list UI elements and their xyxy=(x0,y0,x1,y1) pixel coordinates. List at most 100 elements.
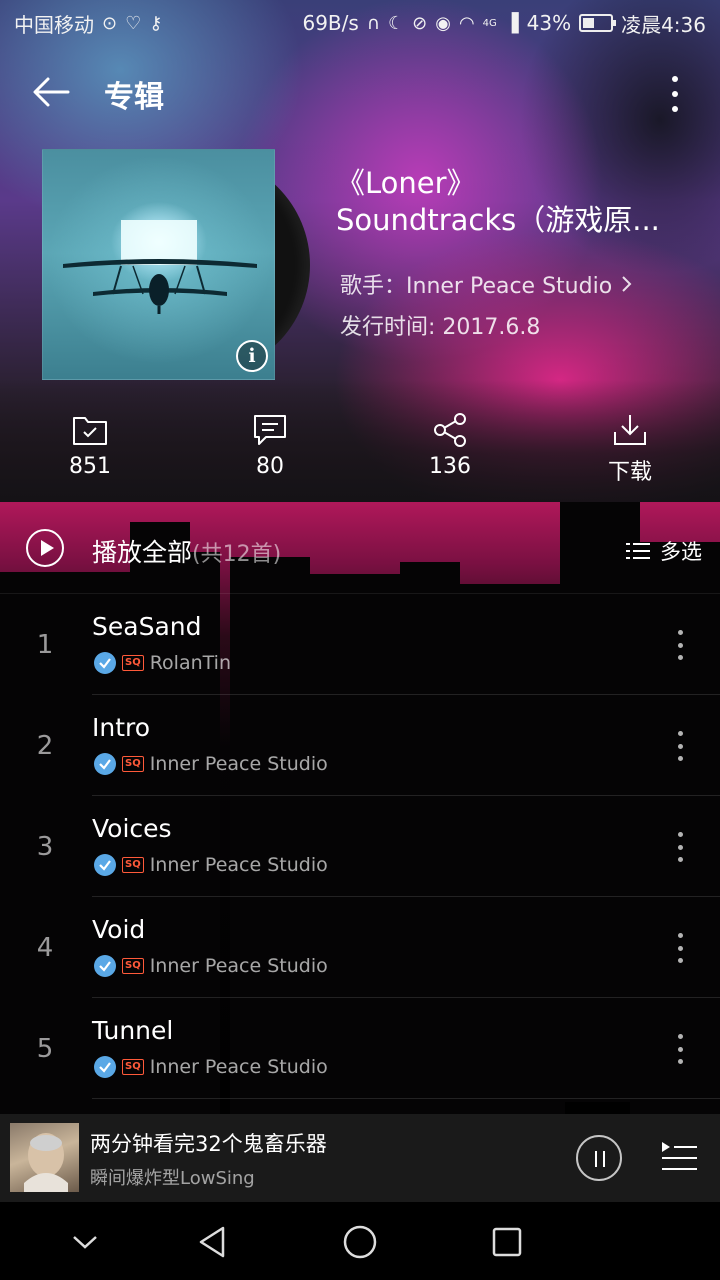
check-circle-icon xyxy=(94,652,116,674)
song-artist: Inner Peace Studio xyxy=(149,1056,328,1078)
hide-nav-button[interactable] xyxy=(65,1222,105,1262)
more-vertical-icon xyxy=(672,76,678,82)
song-title: Voices xyxy=(92,814,172,843)
song-more-button[interactable] xyxy=(676,630,684,660)
more-dot xyxy=(672,106,678,112)
clock: 凌晨4:36 xyxy=(621,12,706,37)
sq-badge: SQ xyxy=(122,958,144,974)
wifi-icon: ◠ xyxy=(458,12,475,34)
signal-icon: ▐ xyxy=(504,12,519,34)
song-index: 2 xyxy=(36,731,54,761)
song-more-button[interactable] xyxy=(676,1034,684,1064)
status-bar: 中国移动 ⊙ ♡ ⚷ 69B/s ∩ ☾ ⊘ ◉ ◠ 4G ▐ 43% 凌晨4:… xyxy=(0,0,720,46)
song-more-button[interactable] xyxy=(676,832,684,862)
song-row[interactable]: 3 Voices SQ Inner Peace Studio xyxy=(0,796,720,897)
play-all-bar: 播放全部(共12首) 多选 xyxy=(0,502,720,594)
now-playing-title: 两分钟看完32个鬼畜乐器 xyxy=(90,1132,327,1156)
moon-icon: ☾ xyxy=(387,12,405,34)
check-circle-icon xyxy=(94,753,116,775)
hotspot-icon: ⊙ xyxy=(102,12,118,34)
multi-select-label: 多选 xyxy=(660,540,702,564)
song-title: Intro xyxy=(92,713,151,742)
sq-badge: SQ xyxy=(122,1059,144,1075)
more-dot xyxy=(672,91,678,97)
artist-link[interactable]: 歌手：Inner Peace Studio xyxy=(340,268,634,300)
row-divider xyxy=(92,1098,720,1099)
headphone-icon: ∩ xyxy=(366,12,380,34)
heart-icon: ♡ xyxy=(125,12,142,34)
check-circle-icon xyxy=(94,854,116,876)
multi-select-button[interactable]: 多选 xyxy=(626,536,702,566)
now-playing-thumbnail xyxy=(10,1123,79,1192)
nav-recents-button[interactable] xyxy=(487,1222,527,1262)
download-button[interactable]: 下载 xyxy=(540,410,720,490)
back-button[interactable] xyxy=(28,70,74,116)
play-all-label: 播放全部 xyxy=(92,538,193,567)
net-speed: 69B/s xyxy=(302,11,359,35)
key-icon: ⚷ xyxy=(149,12,163,34)
playlist-button[interactable] xyxy=(660,1140,698,1174)
song-index: 1 xyxy=(36,630,54,660)
eye-icon: ◉ xyxy=(435,12,451,34)
song-index: 4 xyxy=(36,933,54,963)
download-icon xyxy=(610,410,650,450)
song-count: (共12首) xyxy=(192,542,282,567)
song-artist: Inner Peace Studio xyxy=(149,753,328,775)
release-label: 发行时间: xyxy=(340,315,443,340)
song-more-button[interactable] xyxy=(676,933,684,963)
nav-home-button[interactable] xyxy=(340,1222,380,1262)
song-title: SeaSand xyxy=(92,612,202,641)
square-recents-icon xyxy=(492,1227,522,1257)
song-title: Tunnel xyxy=(92,1016,174,1045)
collect-button[interactable]: 851 xyxy=(0,410,180,490)
album-title-line2: Soundtracks（游戏原... xyxy=(336,203,660,237)
sq-badge: SQ xyxy=(122,857,144,873)
song-meta: SQ Inner Peace Studio xyxy=(94,854,328,876)
comment-count: 80 xyxy=(256,454,284,479)
album-actions: 851 80 136 下载 xyxy=(0,410,720,490)
share-button[interactable]: 136 xyxy=(360,410,540,490)
page-title: 专辑 xyxy=(104,80,164,115)
song-row[interactable]: 2 Intro SQ Inner Peace Studio xyxy=(0,695,720,796)
song-row[interactable]: 1 SeaSand SQ RolanTin xyxy=(0,594,720,695)
song-meta: SQ Inner Peace Studio xyxy=(94,1056,328,1078)
artist-name: Inner Peace Studio xyxy=(406,274,613,299)
triangle-back-icon xyxy=(199,1226,225,1258)
nav-back-button[interactable] xyxy=(193,1222,233,1262)
mini-player[interactable]: 两分钟看完32个鬼畜乐器 瞬间爆炸型LowSing xyxy=(0,1114,720,1202)
artist-label: 歌手： xyxy=(340,274,407,299)
song-artist: RolanTin xyxy=(149,652,231,674)
album-title: 《Loner》 Soundtracks（游戏原... xyxy=(336,165,696,239)
release-value: 2017.6.8 xyxy=(442,315,541,340)
check-circle-icon xyxy=(94,955,116,977)
check-circle-icon xyxy=(94,1056,116,1078)
comment-button[interactable]: 80 xyxy=(180,410,360,490)
share-count: 136 xyxy=(429,454,471,479)
song-list: 1 SeaSand SQ RolanTin 2 Intro SQ Inner P… xyxy=(0,594,720,1099)
sq-badge: SQ xyxy=(122,756,144,772)
share-icon xyxy=(430,410,470,450)
song-row[interactable]: 5 Tunnel SQ Inner Peace Studio xyxy=(0,998,720,1099)
play-circle-icon[interactable] xyxy=(26,529,64,567)
pause-icon xyxy=(595,1151,597,1167)
pause-bar xyxy=(603,1151,605,1167)
pause-button[interactable] xyxy=(576,1135,622,1181)
battery-percent: 43% xyxy=(526,11,572,35)
song-index: 3 xyxy=(36,832,54,862)
app-bar: 专辑 xyxy=(0,56,720,130)
song-row[interactable]: 4 Void SQ Inner Peace Studio xyxy=(0,897,720,998)
play-all-button[interactable]: 播放全部(共12首) xyxy=(92,533,281,569)
now-playing-subtitle: 瞬间爆炸型LowSing xyxy=(90,1168,255,1189)
song-title: Void xyxy=(92,915,146,944)
comment-icon xyxy=(250,410,290,450)
mute-icon: ⊘ xyxy=(412,12,428,34)
battery-icon xyxy=(579,14,617,32)
folder-check-icon xyxy=(70,410,110,450)
chevron-down-icon xyxy=(73,1236,97,1249)
system-nav-bar xyxy=(0,1202,720,1280)
more-button[interactable] xyxy=(660,72,690,116)
info-icon[interactable]: i xyxy=(236,340,268,372)
song-artist: Inner Peace Studio xyxy=(149,955,328,977)
song-more-button[interactable] xyxy=(676,731,684,761)
chevron-right-icon xyxy=(622,276,632,292)
